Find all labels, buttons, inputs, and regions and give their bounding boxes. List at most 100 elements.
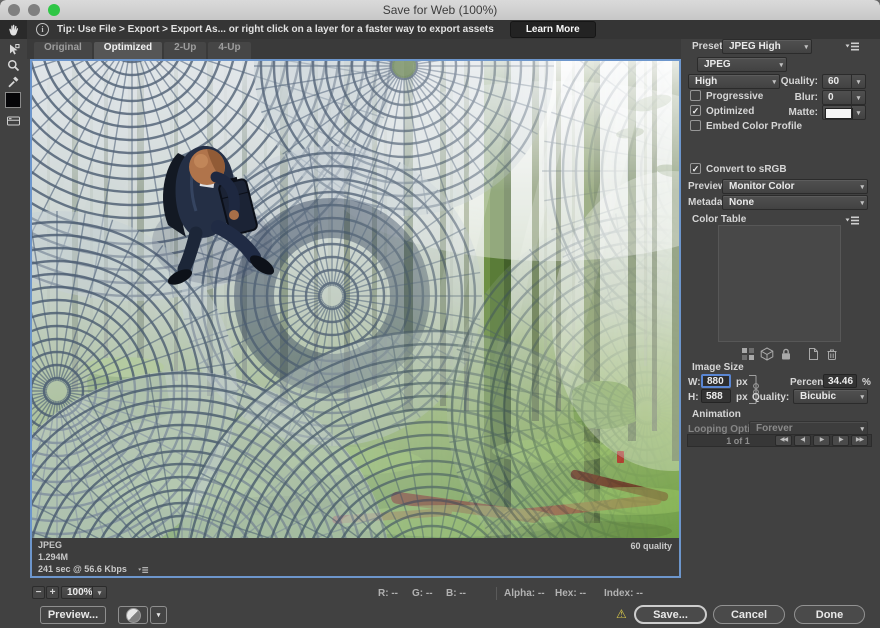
compression-value: High — [695, 76, 717, 87]
hand-tool[interactable] — [0, 20, 27, 39]
preset-panel-menu-icon[interactable] — [844, 41, 860, 52]
chevron-down-icon: ▾ — [92, 587, 106, 598]
optimized-label: Optimized — [706, 106, 754, 117]
optimized-preview-pane[interactable]: JPEG 1.294M 241 sec @ 56.6 Kbps 60 quali… — [30, 59, 681, 578]
readout-r: R: -- — [378, 588, 398, 599]
status-format: JPEG — [38, 539, 149, 551]
zoom-level-dropdown[interactable]: 100% ▾ — [61, 586, 107, 599]
web-safe-cube-icon[interactable] — [760, 347, 774, 361]
preset-dropdown[interactable]: JPEG High ▾ — [722, 39, 812, 54]
first-frame-button[interactable]: ◀◀ — [775, 435, 792, 446]
slice-select-tool[interactable] — [0, 41, 27, 58]
zoom-in-button[interactable]: + — [46, 586, 59, 599]
view-tabs: Original Optimized 2-Up 4-Up — [27, 39, 681, 59]
readout-alpha: Alpha: -- — [504, 588, 545, 599]
warning-icon: ⚠ — [616, 607, 627, 621]
status-quality: 60 quality — [630, 541, 672, 551]
trash-icon[interactable] — [825, 347, 839, 361]
chevron-down-icon: ▾ — [804, 42, 808, 50]
format-dropdown[interactable]: JPEG ▾ — [697, 57, 787, 72]
preset-label: Preset: — [692, 41, 726, 52]
eyedropper-icon — [6, 74, 21, 89]
browser-icon — [126, 608, 141, 623]
chevron-down-icon: ▾ — [851, 106, 865, 119]
save-button[interactable]: Save... — [634, 605, 707, 624]
progressive-label: Progressive — [706, 91, 763, 102]
zoom-out-button[interactable]: − — [32, 586, 45, 599]
cancel-button[interactable]: Cancel — [713, 605, 785, 624]
color-table-title: Color Table — [692, 214, 746, 225]
play-button[interactable]: ▶ — [813, 435, 830, 446]
frame-status: 1 of 1 — [708, 436, 768, 446]
eyedropper-tool[interactable] — [0, 73, 27, 90]
color-table-swatches[interactable] — [718, 225, 841, 342]
dither-icon[interactable] — [741, 347, 755, 361]
slice-select-icon — [6, 42, 21, 57]
looping-options-value: Forever — [756, 423, 793, 434]
percent-unit: % — [862, 377, 871, 388]
preview-in-browser-button[interactable]: Preview... — [40, 606, 106, 624]
matte-color-swatch — [825, 108, 853, 119]
chevron-down-icon: ▾ — [860, 198, 864, 206]
tab-2up[interactable]: 2-Up — [164, 42, 206, 59]
zoom-tool[interactable] — [0, 57, 27, 74]
tab-4up[interactable]: 4-Up — [208, 42, 250, 59]
zoom-level-value: 100% — [67, 587, 93, 598]
new-swatch-icon[interactable] — [806, 347, 820, 361]
window-titlebar[interactable]: Save for Web (100%) — [0, 0, 880, 21]
quality-stepper[interactable]: 60 ▾ — [822, 74, 866, 89]
blur-value: 0 — [828, 92, 834, 103]
eyedropper-color-swatch[interactable] — [5, 92, 21, 108]
chevron-down-icon: ▾ — [851, 75, 865, 88]
readout-b: B: -- — [446, 588, 466, 599]
window-title: Save for Web (100%) — [0, 3, 880, 17]
resample-quality-dropdown[interactable]: Bicubic ▾ — [793, 389, 868, 404]
color-table-panel-menu-icon[interactable] — [844, 215, 860, 226]
learn-more-button[interactable]: Learn More — [510, 21, 596, 38]
progressive-checkbox[interactable] — [690, 90, 701, 101]
embed-color-profile-checkbox[interactable] — [690, 120, 701, 131]
last-frame-button[interactable]: ▶▶ — [851, 435, 868, 446]
quality-value: 60 — [828, 76, 839, 87]
height-unit: px — [736, 392, 748, 403]
chevron-down-icon: ▾ — [860, 424, 864, 432]
magnifier-icon — [6, 58, 21, 73]
compression-quality-dropdown[interactable]: High ▾ — [688, 74, 780, 89]
preset-value: JPEG High — [729, 41, 781, 52]
status-menu-icon[interactable] — [137, 566, 149, 574]
optimized-checkbox[interactable]: ✓ — [690, 105, 701, 116]
matte-swatch-dropdown[interactable]: ▾ — [822, 105, 866, 120]
quality-label: Quality: — [780, 76, 818, 87]
width-label: W: — [688, 377, 701, 388]
embed-color-profile-label: Embed Color Profile — [706, 121, 802, 132]
height-field[interactable]: 588 — [701, 389, 731, 403]
status-download-time: 241 sec @ 56.6 Kbps — [38, 564, 127, 574]
resample-quality-value: Bicubic — [800, 391, 836, 402]
preview-image[interactable] — [32, 61, 679, 538]
preview-dropdown[interactable]: Monitor Color ▾ — [722, 179, 868, 194]
done-button[interactable]: Done — [794, 605, 865, 624]
chevron-down-icon: ▾ — [851, 91, 865, 104]
animation-controls: 1 of 1 ◀◀ ◀| ▶ |▶ ▶▶ — [687, 434, 872, 447]
readout-g: G: -- — [412, 588, 433, 599]
blur-stepper[interactable]: 0 ▾ — [822, 90, 866, 105]
width-field[interactable]: 880 — [701, 374, 731, 388]
previous-frame-button[interactable]: ◀| — [794, 435, 811, 446]
metadata-dropdown[interactable]: None ▾ — [722, 195, 868, 210]
next-frame-button[interactable]: |▶ — [832, 435, 849, 446]
percent-field[interactable]: 34.46 — [823, 374, 857, 388]
animation-title: Animation — [692, 409, 741, 420]
height-label: H: — [688, 392, 699, 403]
lock-icon[interactable] — [779, 347, 793, 361]
readout-hex: Hex: -- — [555, 588, 586, 599]
tab-optimized[interactable]: Optimized — [94, 42, 162, 59]
browser-list-chevron-button[interactable]: ▾ — [150, 606, 167, 624]
photo-svg — [32, 61, 679, 538]
toggle-slices-visibility[interactable] — [0, 112, 27, 129]
preview-value: Monitor Color — [729, 181, 795, 192]
convert-to-srgb-checkbox[interactable]: ✓ — [690, 163, 701, 174]
tab-original[interactable]: Original — [34, 42, 92, 59]
status-filesize: 1.294M — [38, 551, 149, 563]
format-value: JPEG — [704, 59, 731, 70]
browser-select-button[interactable] — [118, 606, 148, 624]
